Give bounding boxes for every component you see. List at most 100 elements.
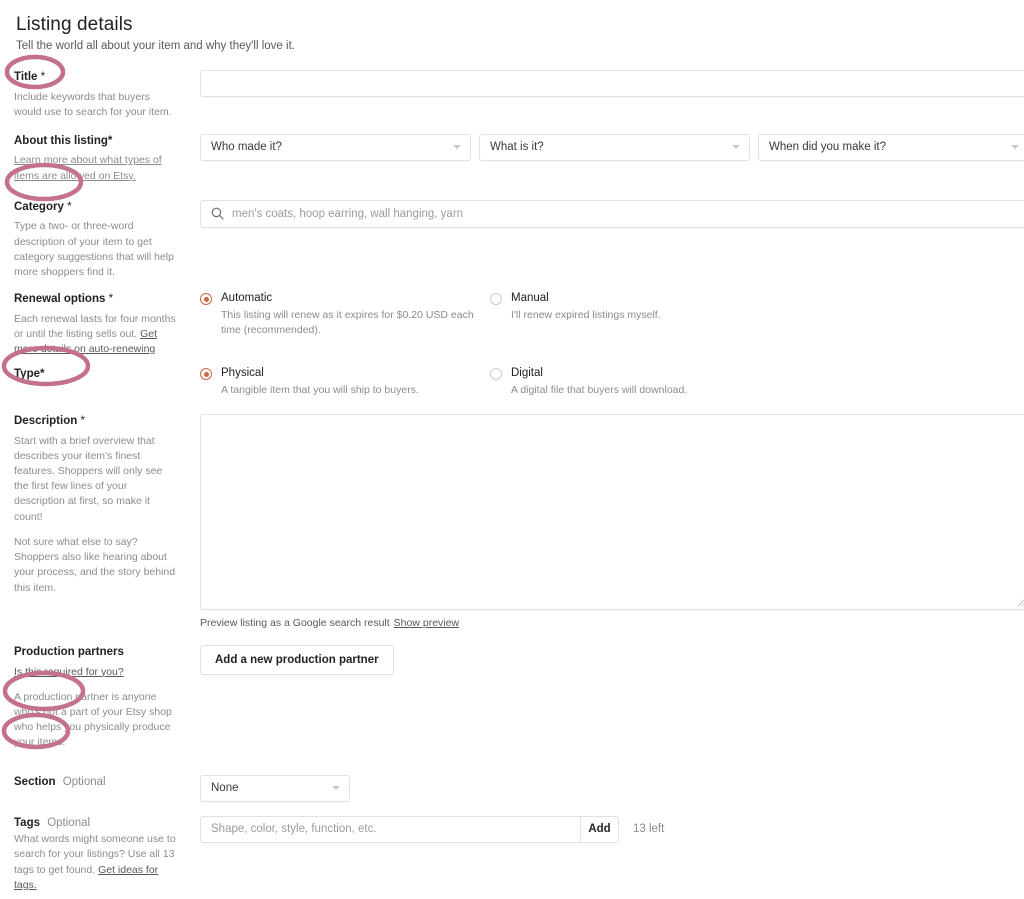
search-icon [211,207,224,220]
tags-input-row: Shape, color, style, function, etc. Add … [200,816,1018,843]
title-label: Title * [14,70,176,86]
section-select-value: None [211,782,239,794]
description-help-2: Not sure what else to say? Shoppers also… [14,535,176,596]
renewal-option-automatic[interactable]: Automatic This listing will renew as it … [200,292,490,337]
chevron-down-icon [453,145,461,149]
listing-details-page: Listing details Tell the world all about… [0,0,1024,783]
section-title-control [186,70,1024,97]
section-renewal-options: Renewal options * Each renewal lasts for… [14,292,1018,363]
page-subtitle: Tell the world all about your item and w… [16,40,1018,52]
radio-manual-desc: I'll renew expired listings myself. [511,308,661,323]
renewal-option-manual[interactable]: Manual I'll renew expired listings mysel… [490,292,661,337]
section-renewal-info: Renewal options * Each renewal lasts for… [14,292,186,363]
section-title-info: Title * Include keywords that buyers wou… [14,70,186,126]
radio-digital[interactable] [490,368,502,380]
tags-optional-text: Optional [47,817,90,829]
title-help-text: Include keywords that buyers would use t… [14,90,176,120]
section-tags: Tags Optional What words might someone u… [14,816,1018,899]
section-category-control: men's coats, hoop earring, wall hanging,… [186,200,1024,228]
tags-input-placeholder: Shape, color, style, function, etc. [211,823,377,835]
category-label: Category * [14,200,176,216]
section-title: Title * Include keywords that buyers wou… [14,70,1018,126]
chevron-down-icon [732,145,740,149]
about-listing-help: Learn more about what types of items are… [14,153,176,183]
what-is-it-select[interactable]: What is it? [479,134,750,161]
category-search-input[interactable]: men's coats, hoop earring, wall hanging,… [200,200,1024,228]
radio-physical-label: Physical [221,367,419,380]
when-made-value: When did you make it? [769,141,886,153]
category-help-text: Type a two- or three-word description of… [14,219,176,280]
chevron-down-icon [1011,145,1019,149]
category-search-placeholder: men's coats, hoop earring, wall hanging,… [232,208,463,220]
renewal-required-mark: * [109,293,113,305]
radio-automatic[interactable] [200,293,212,305]
section-type-info: Type* [14,367,186,387]
title-required-mark: * [41,71,45,83]
production-help-text: A production partner is anyone who's not… [14,690,176,751]
radio-automatic-label: Automatic [221,292,481,305]
type-option-physical[interactable]: Physical A tangible item that you will s… [200,367,490,398]
about-listing-label: About this listing* [14,134,176,150]
type-label: Type* [14,367,176,383]
who-made-it-select[interactable]: Who made it? [200,134,471,161]
section-tags-info: Tags Optional What words might someone u… [14,816,186,899]
section-about-control: Who made it? What is it? When did you ma… [186,134,1024,161]
section-production-control: Add a new production partner [186,645,1018,675]
category-label-text: Category [14,201,64,213]
section-category: Category * Type a two- or three-word des… [14,200,1018,286]
tags-input[interactable]: Shape, color, style, function, etc. [201,817,580,842]
page-title: Listing details [16,14,1018,36]
title-label-text: Title [14,71,37,83]
add-production-partner-button[interactable]: Add a new production partner [200,645,394,675]
renewal-help-text: Each renewal lasts for four months or un… [14,312,176,358]
section-shop-section-control: None [186,775,1018,802]
section-label: Section Optional [14,775,176,791]
allowed-items-link[interactable]: Learn more about what types of items are… [14,154,162,181]
section-description-control: Preview listing as a Google search resul… [186,414,1024,629]
radio-physical-desc: A tangible item that you will ship to bu… [221,383,419,398]
type-option-digital[interactable]: Digital A digital file that buyers will … [490,367,687,398]
who-made-it-value: Who made it? [211,141,282,153]
tags-label: Tags Optional [14,816,176,832]
description-label: Description * [14,414,176,430]
radio-physical[interactable] [200,368,212,380]
section-optional-text: Optional [63,776,106,788]
title-input[interactable] [200,70,1024,97]
section-type-control: Physical A tangible item that you will s… [186,367,1018,398]
section-description-info: Description * Start with a brief overvie… [14,414,186,602]
production-required-help: Is this required for you? [14,665,176,680]
type-radio-group: Physical A tangible item that you will s… [200,367,1018,398]
section-type: Type* Physical A tangible item that you … [14,367,1018,398]
add-tag-button[interactable]: Add [580,817,618,842]
category-required-mark: * [67,201,71,213]
about-dropdowns: Who made it? What is it? When did you ma… [200,134,1024,161]
section-about-info: About this listing* Learn more about wha… [14,134,186,190]
chevron-down-icon [332,786,340,790]
section-label-text: Section [14,776,56,788]
section-about-listing: About this listing* Learn more about wha… [14,134,1018,190]
section-tags-control: Shape, color, style, function, etc. Add … [186,816,1018,843]
google-preview-row: Preview listing as a Google search resul… [200,617,1024,629]
when-made-select[interactable]: When did you make it? [758,134,1024,161]
google-preview-text: Preview listing as a Google search resul… [200,617,390,629]
tags-help-text: What words might someone use to search f… [14,832,176,893]
renewal-radio-group: Automatic This listing will renew as it … [200,292,1018,337]
description-label-text: Description [14,415,77,427]
section-category-info: Category * Type a two- or three-word des… [14,200,186,286]
radio-digital-desc: A digital file that buyers will download… [511,383,687,398]
radio-manual[interactable] [490,293,502,305]
radio-manual-label: Manual [511,292,661,305]
tags-label-text: Tags [14,817,40,829]
show-preview-link[interactable]: Show preview [394,617,459,629]
description-textarea[interactable] [200,414,1024,610]
is-this-required-link[interactable]: Is this required for you? [14,666,124,678]
radio-automatic-desc: This listing will renew as it expires fo… [221,308,481,338]
tags-remaining-count: 13 left [633,823,664,835]
section-shop-section-info: Section Optional [14,775,186,795]
resize-handle-icon[interactable] [1016,596,1024,607]
section-select[interactable]: None [200,775,350,802]
section-shop-section: Section Optional None [14,775,1018,802]
tags-input-wrapper: Shape, color, style, function, etc. Add [200,816,619,843]
section-description: Description * Start with a brief overvie… [14,414,1018,629]
radio-digital-label: Digital [511,367,687,380]
